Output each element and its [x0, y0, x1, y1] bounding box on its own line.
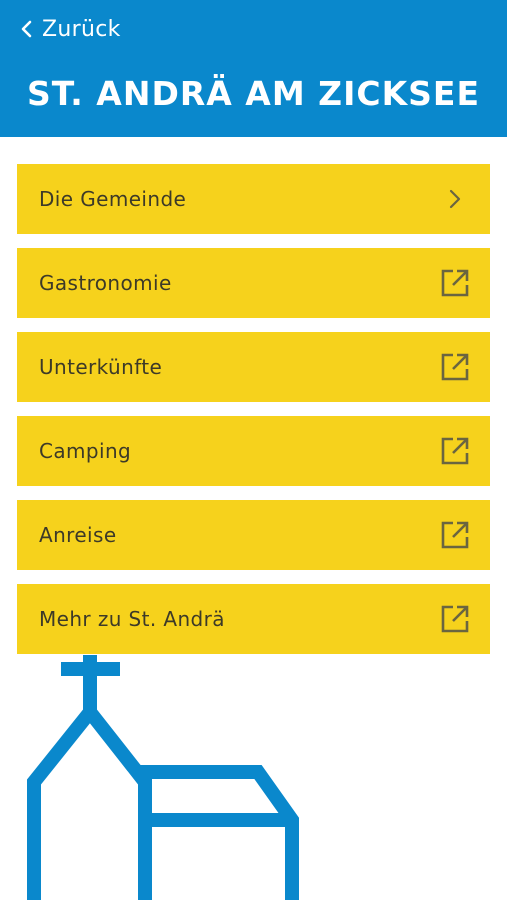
menu-item-gastronomie[interactable]: Gastronomie — [17, 248, 490, 318]
menu-item-label: Die Gemeinde — [39, 187, 187, 211]
menu-item-die-gemeinde[interactable]: Die Gemeinde — [17, 164, 490, 234]
menu-item-anreise[interactable]: Anreise — [17, 500, 490, 570]
chevron-right-icon — [440, 184, 470, 214]
external-link-icon — [440, 352, 470, 382]
back-label: Zurück — [42, 16, 121, 42]
back-button[interactable]: Zurück — [20, 14, 121, 44]
menu-item-label: Camping — [39, 439, 132, 463]
menu-item-label: Anreise — [39, 523, 117, 547]
chevron-left-icon — [20, 19, 32, 39]
menu-item-label: Mehr zu St. Andrä — [39, 607, 225, 631]
external-link-icon — [440, 604, 470, 634]
external-link-icon — [440, 436, 470, 466]
menu-item-camping[interactable]: Camping — [17, 416, 490, 486]
app-header: Zurück ST. ANDRÄ AM ZICKSEE — [0, 0, 507, 137]
menu-item-unterkuenfte[interactable]: Unterkünfte — [17, 332, 490, 402]
external-link-icon — [440, 520, 470, 550]
church-illustration — [0, 655, 507, 904]
page-title: ST. ANDRÄ AM ZICKSEE — [27, 74, 480, 113]
external-link-icon — [440, 268, 470, 298]
menu-list: Die Gemeinde Gastronomie Unterkünfte Cam… — [17, 164, 490, 668]
menu-item-label: Unterkünfte — [39, 355, 163, 379]
menu-item-mehr-zu-st-andrae[interactable]: Mehr zu St. Andrä — [17, 584, 490, 654]
menu-item-label: Gastronomie — [39, 271, 172, 295]
